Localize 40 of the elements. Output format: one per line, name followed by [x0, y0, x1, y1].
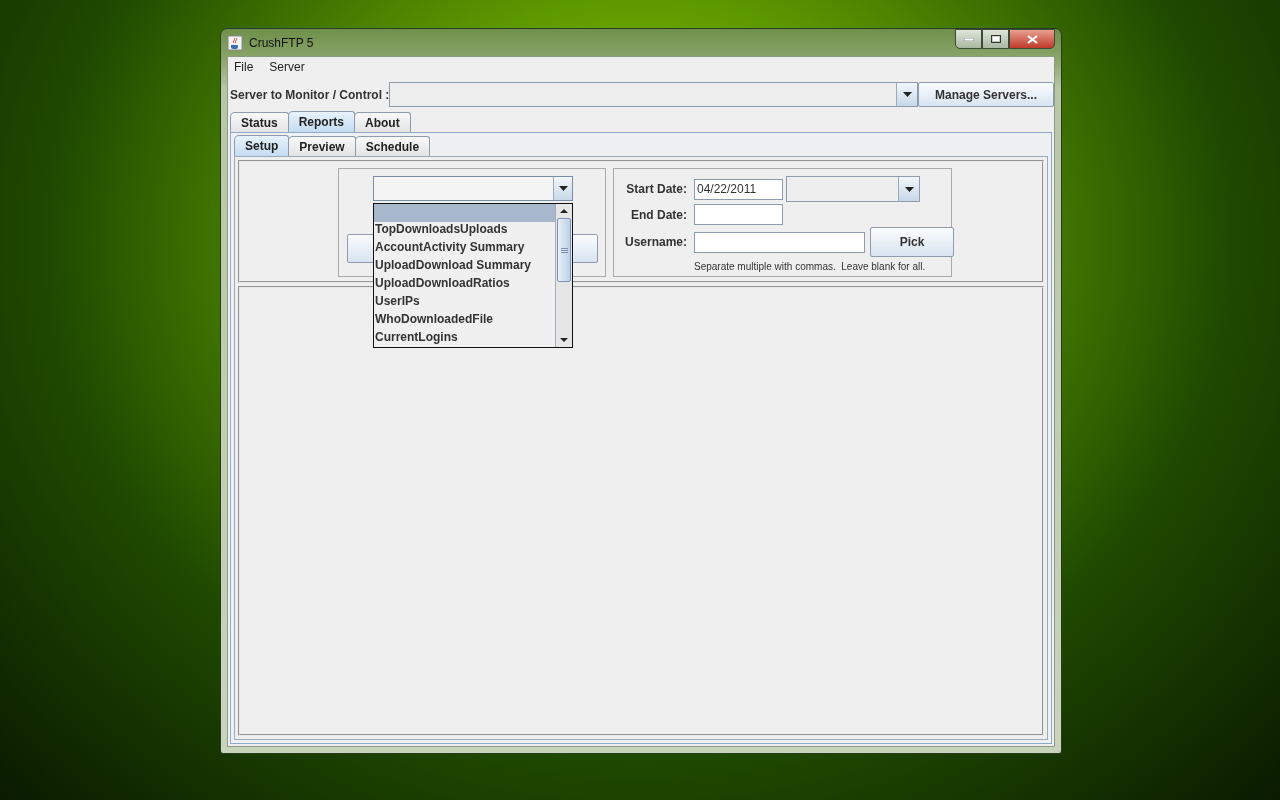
tab[interactable]: Status: [230, 112, 289, 132]
window-title: CrushFTP 5: [249, 35, 314, 50]
tab[interactable]: Setup: [234, 135, 290, 156]
close-button[interactable]: [1009, 29, 1055, 49]
pick-button[interactable]: Pick: [870, 227, 954, 257]
scrollbar-thumb[interactable]: [557, 218, 571, 282]
start-date-field[interactable]: 04/22/2011: [694, 178, 783, 200]
scrollbar[interactable]: [555, 204, 572, 347]
maximize-icon: [990, 35, 1001, 43]
close-icon: [1026, 34, 1038, 44]
end-date-label: End Date:: [630, 207, 688, 222]
server-label: Server to Monitor / Control :: [230, 87, 390, 102]
hint-text: Separate multiple with commas. Leave blank for all.: [694, 260, 927, 272]
maximize-button[interactable]: [982, 29, 1009, 49]
menu-item[interactable]: File: [234, 60, 254, 76]
tab[interactable]: Preview: [288, 136, 356, 156]
list-item[interactable]: TopDownloadsUploads: [374, 222, 555, 240]
list-item[interactable]: UploadDownload Summary: [374, 258, 555, 276]
tab[interactable]: About: [354, 112, 411, 132]
scroll-up-icon[interactable]: [560, 209, 568, 213]
time-range-dropdown[interactable]: [786, 176, 920, 202]
report-type-dropdown[interactable]: [373, 176, 573, 201]
scroll-down-icon[interactable]: [560, 338, 568, 342]
start-date-label: Start Date:: [625, 182, 688, 196]
java-cup-icon: [227, 34, 243, 51]
list-item[interactable]: UploadDownloadRatios: [374, 276, 555, 294]
tab[interactable]: Schedule: [354, 136, 431, 156]
manage-servers-button[interactable]: Manage Servers...: [918, 82, 1054, 107]
list-item[interactable]: AccountActivity Summary: [374, 240, 555, 258]
server-dropdown[interactable]: [389, 82, 918, 107]
list-item[interactable]: CurrentLogins: [374, 330, 555, 347]
username-label: Username:: [623, 235, 688, 249]
menu-item[interactable]: Server: [269, 60, 305, 76]
list-item[interactable]: WhoDownloadedFile: [374, 312, 555, 330]
list-item[interactable]: UserIPs: [374, 294, 555, 312]
minimize-icon: [963, 37, 974, 41]
minimize-button[interactable]: [955, 29, 982, 49]
end-date-field[interactable]: [694, 204, 783, 225]
tab[interactable]: Reports: [287, 111, 356, 132]
username-field[interactable]: [694, 231, 865, 253]
